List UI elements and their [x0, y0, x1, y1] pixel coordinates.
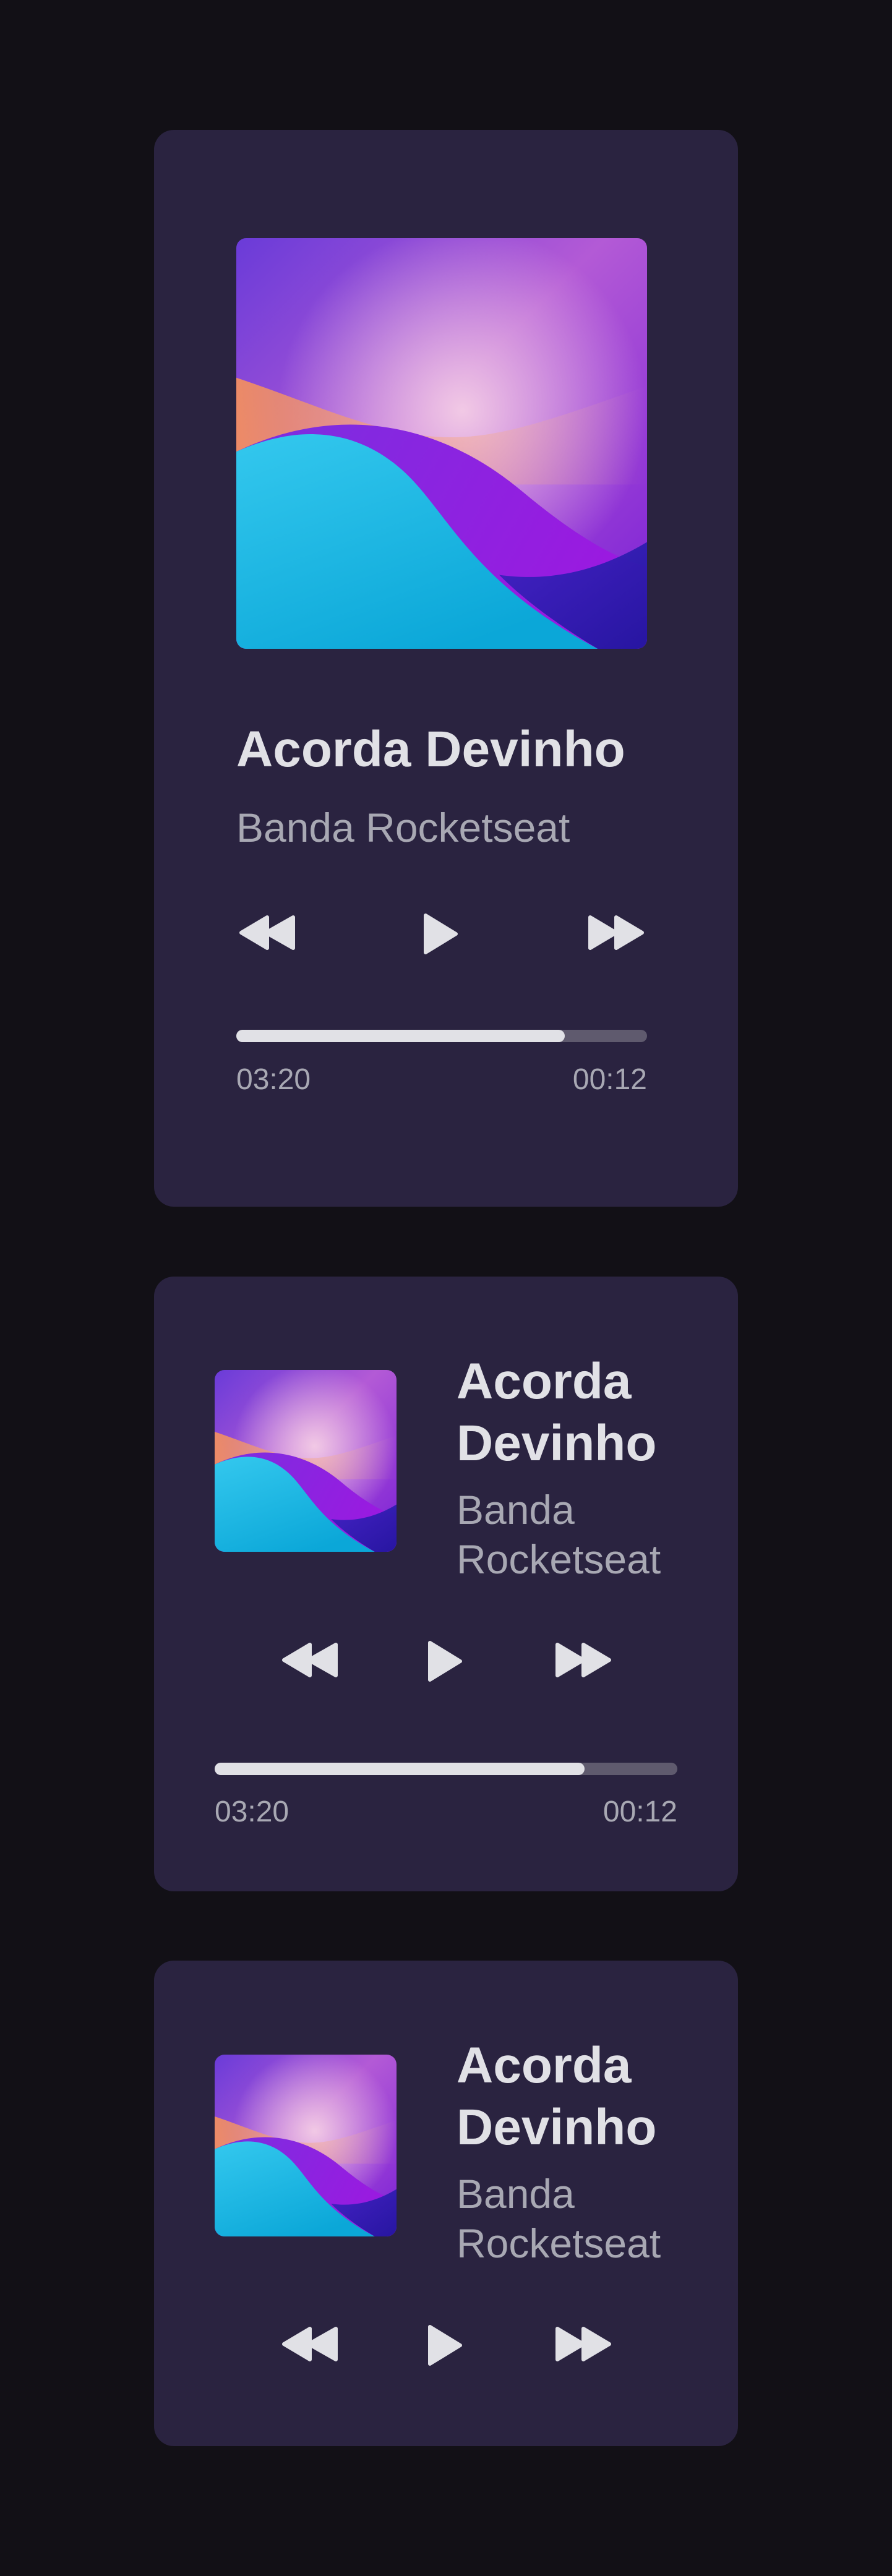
previous-button[interactable]	[236, 914, 298, 951]
track-title: Acorda Devinho	[236, 721, 625, 777]
play-icon	[426, 2322, 463, 2369]
remaining-time: 00:12	[603, 1795, 677, 1828]
artist-name: Banda Rocketseat	[457, 2169, 661, 2268]
rewind-icon	[279, 1641, 341, 1679]
next-button[interactable]	[552, 1641, 614, 1679]
play-button[interactable]	[422, 910, 459, 957]
track-title-line: Devinho	[457, 2099, 657, 2155]
fast-forward-icon	[585, 914, 647, 951]
remaining-time: 00:12	[572, 1063, 647, 1096]
player-card-compact: Acorda Devinho Banda Rocketseat	[154, 1961, 738, 2446]
artist-name-line: Rocketseat	[457, 1536, 661, 1582]
fast-forward-icon	[552, 2326, 614, 2363]
progress-fill	[215, 1763, 585, 1775]
album-cover	[215, 1370, 397, 1552]
rewind-icon	[279, 2326, 341, 2363]
fast-forward-icon	[552, 1641, 614, 1679]
album-cover	[215, 2055, 397, 2236]
track-title-line: Acorda	[457, 1353, 632, 1410]
artist-name-line: Banda	[457, 1487, 575, 1533]
next-button[interactable]	[552, 2326, 614, 2363]
progress-fill	[236, 1030, 565, 1042]
track-title: Acorda Devinho	[457, 2035, 656, 2159]
artist-name-line: Banda	[457, 2171, 575, 2217]
progress-bar[interactable]	[215, 1763, 677, 1775]
previous-button[interactable]	[279, 1641, 341, 1679]
current-time: 03:20	[215, 1795, 289, 1828]
artist-name-line: Rocketseat	[457, 2220, 661, 2266]
track-title-line: Acorda	[457, 2037, 632, 2094]
play-button[interactable]	[426, 1638, 463, 1685]
track-title: Acorda Devinho	[457, 1351, 656, 1474]
current-time: 03:20	[236, 1063, 311, 1096]
artist-name: Banda Rocketseat	[236, 805, 570, 850]
album-cover	[236, 238, 647, 649]
play-icon	[422, 910, 459, 957]
previous-button[interactable]	[279, 2326, 341, 2363]
player-card-vertical: Acorda Devinho Banda Rocketseat 03:20 00…	[154, 130, 738, 1207]
play-icon	[426, 1638, 463, 1685]
track-title-line: Devinho	[457, 1415, 657, 1471]
rewind-icon	[236, 914, 298, 951]
artist-name: Banda Rocketseat	[457, 1485, 661, 1584]
next-button[interactable]	[585, 914, 647, 951]
progress-bar[interactable]	[236, 1030, 647, 1042]
player-card-horizontal: Acorda Devinho Banda Rocketseat 03:20 00…	[154, 1277, 738, 1891]
play-button[interactable]	[426, 2322, 463, 2369]
